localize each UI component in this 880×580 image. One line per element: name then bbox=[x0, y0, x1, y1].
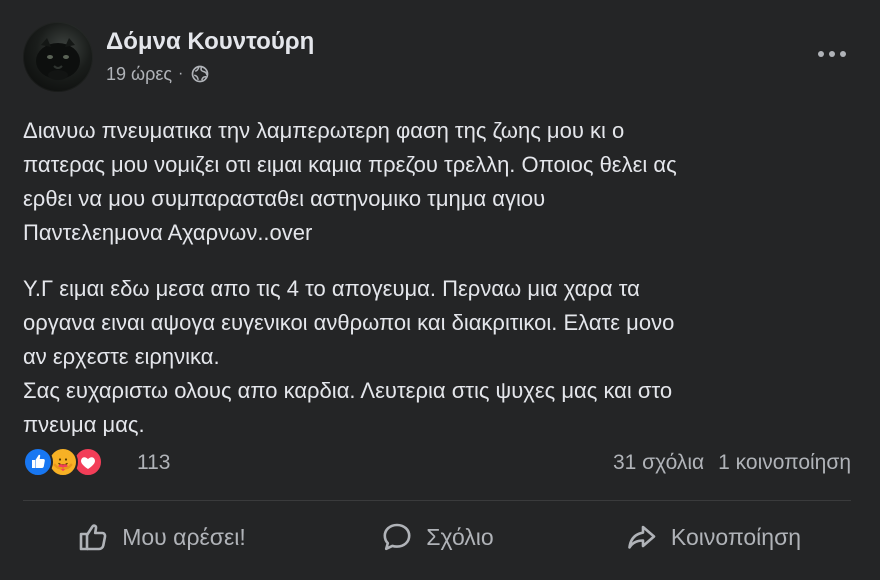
post-action-bar: Μου αρέσει! Σχόλιο Κοινοποίηση bbox=[23, 508, 851, 566]
shares-count-link[interactable]: 1 κοινοποίηση bbox=[718, 452, 851, 473]
like-button[interactable]: Μου αρέσει! bbox=[23, 514, 299, 560]
globe-icon[interactable] bbox=[191, 65, 209, 83]
facebook-post-card: Δόμνα Κουντούρη 19 ώρες · Διανυω πνευματ… bbox=[0, 0, 880, 580]
meta-separator: · bbox=[178, 64, 184, 82]
post-meta: 19 ώρες · bbox=[106, 65, 209, 83]
author-avatar[interactable] bbox=[23, 22, 93, 92]
post-stats: 113 31 σχόλια 1 κοινοποίηση bbox=[23, 447, 851, 477]
thumbs-up-icon bbox=[79, 524, 107, 551]
post-time[interactable]: 19 ώρες bbox=[106, 65, 172, 83]
comments-count-link[interactable]: 31 σχόλια bbox=[613, 452, 704, 473]
comment-button-label: Σχόλιο bbox=[426, 523, 494, 550]
actions-divider bbox=[23, 500, 851, 501]
more-dot-icon bbox=[818, 51, 824, 57]
comment-icon bbox=[383, 523, 411, 551]
author-name[interactable]: Δόμνα Κουντούρη bbox=[106, 30, 314, 54]
reaction-summary[interactable]: 113 bbox=[23, 447, 170, 477]
share-icon bbox=[628, 525, 656, 549]
post-paragraph: Διανυω πνευματικα την λαμπερωτερη φαση τ… bbox=[23, 118, 677, 245]
reaction-icons[interactable] bbox=[23, 447, 123, 477]
panther-avatar-icon bbox=[36, 38, 80, 80]
share-button[interactable]: Κοινοποίηση bbox=[575, 514, 851, 560]
share-button-label: Κοινοποίηση bbox=[670, 523, 802, 550]
post-body: Διανυω πνευματικα την λαμπερωτερη φαση τ… bbox=[23, 114, 854, 442]
more-dot-icon bbox=[840, 51, 846, 57]
post-header: Δόμνα Κουντούρη 19 ώρες · bbox=[23, 22, 860, 94]
like-reaction-icon[interactable] bbox=[23, 447, 53, 477]
comment-button[interactable]: Σχόλιο bbox=[299, 514, 575, 560]
reaction-count[interactable]: 113 bbox=[137, 452, 170, 473]
more-options-button[interactable] bbox=[812, 42, 852, 66]
post-paragraph: Υ.Γ ειμαι εδω μεσα απο τις 4 το απογευμα… bbox=[23, 276, 675, 437]
more-dot-icon bbox=[829, 51, 835, 57]
like-button-label: Μου αρέσει! bbox=[122, 523, 246, 550]
engagement-links: 31 σχόλια 1 κοινοποίηση bbox=[613, 452, 851, 473]
